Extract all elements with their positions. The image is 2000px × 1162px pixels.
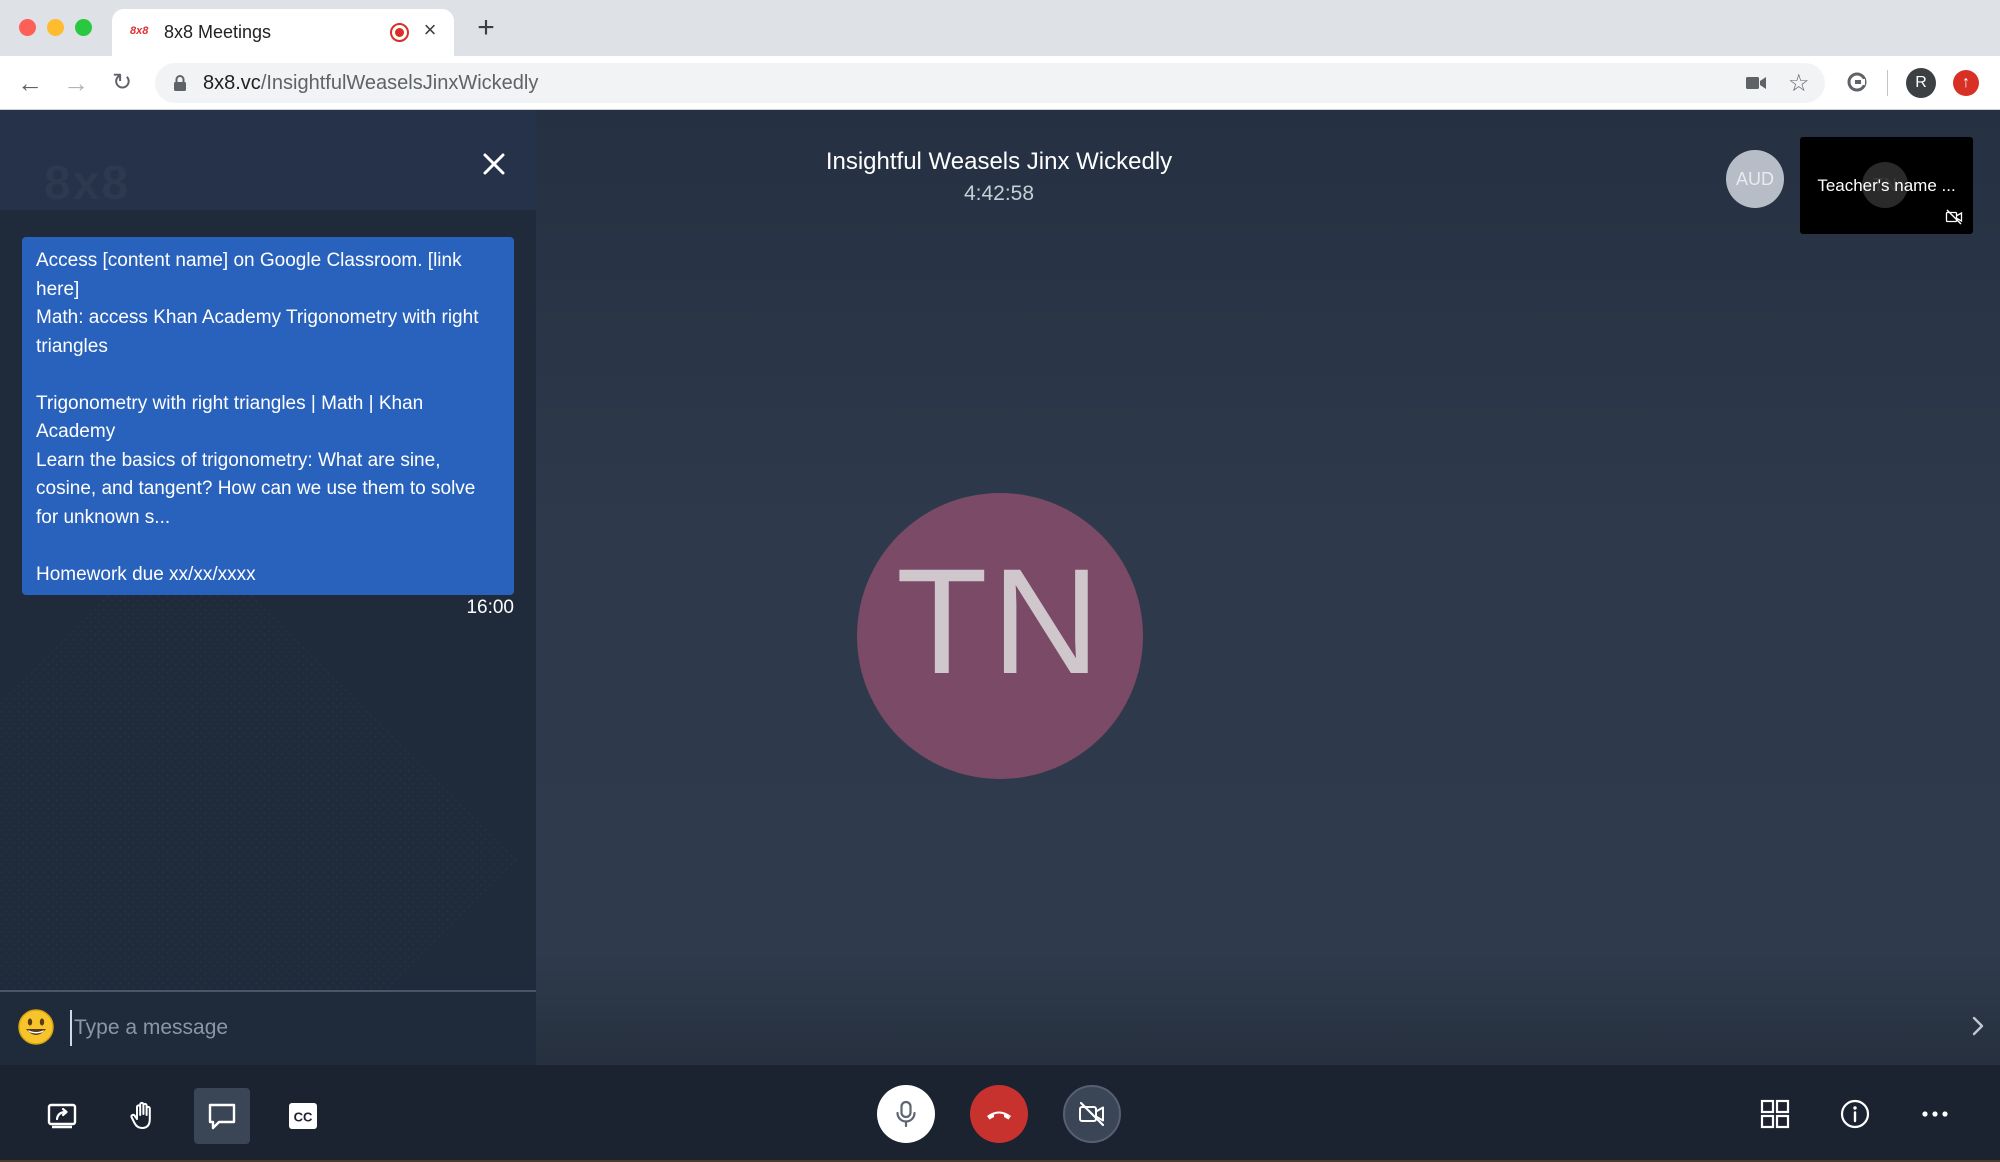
camera-off-icon [1945, 209, 1963, 225]
browser-tab-active[interactable]: 8x8 8x8 Meetings × [112, 9, 454, 56]
tab-close-icon[interactable]: × [417, 17, 443, 43]
reload-button[interactable]: ↻ [104, 65, 140, 101]
video-off-icon [1079, 1101, 1105, 1127]
microphone-button[interactable] [877, 1085, 935, 1143]
recording-indicator-icon [390, 23, 409, 42]
hangup-button[interactable] [970, 1085, 1028, 1143]
microphone-icon [896, 1100, 916, 1128]
message-link-title[interactable]: Trigonometry with right triangles | Math… [36, 390, 500, 419]
chat-message: Access [content name] on Google Classroo… [22, 237, 514, 595]
share-screen-button[interactable] [34, 1088, 90, 1144]
chat-panel: 8x8 Access [content name] on Google Clas… [0, 110, 536, 1065]
chat-input-bar [0, 992, 536, 1065]
window-maximize-button[interactable] [75, 19, 92, 36]
lock-icon [174, 75, 186, 91]
chat-watermark-logo: 8x8 [44, 157, 131, 210]
meeting-title: Insightful Weasels Jinx Wickedly [825, 148, 1173, 175]
camera-in-use-icon[interactable] [1745, 74, 1767, 92]
browser-tab-bar: 8x8 8x8 Meetings × + [0, 0, 2000, 56]
message-line: for unknown s... [36, 506, 171, 528]
participant-thumbnail[interactable]: TN Teacher's name ... [1800, 137, 1973, 234]
close-chat-icon[interactable] [476, 146, 512, 182]
meeting-app: 8x8 Access [content name] on Google Clas… [0, 110, 2000, 1162]
chat-toggle-button[interactable] [194, 1088, 250, 1144]
message-input[interactable] [70, 1010, 510, 1046]
window-close-button[interactable] [19, 19, 36, 36]
url-path: /InsightfulWeaselsJinxWickedly [260, 72, 539, 94]
closed-captions-icon: CC [289, 1103, 317, 1129]
chat-icon [208, 1103, 236, 1130]
cc-label: CC [294, 1110, 313, 1125]
share-screen-icon [47, 1103, 77, 1129]
hangup-icon [987, 1111, 1011, 1120]
emoji-picker-icon[interactable] [17, 1008, 55, 1046]
toolbar-divider [1887, 70, 1888, 96]
url-text: 8x8.vc/InsightfulWeaselsJinxWickedly [203, 72, 538, 95]
raise-hand-icon [130, 1101, 151, 1129]
tile-view-button[interactable] [1749, 1088, 1801, 1140]
video-toggle-button[interactable] [1063, 1085, 1121, 1143]
message-timestamp: 16:00 [466, 597, 514, 618]
message-line: Homework due xx/xx/xxxx [36, 563, 256, 585]
message-line: cosine, and tangent? How can we use them… [36, 478, 476, 499]
message-link-title[interactable]: Academy [36, 418, 500, 447]
profile-avatar[interactable]: R [1906, 68, 1936, 98]
main-participant-avatar: TN [857, 493, 1143, 779]
update-icon[interactable]: ↑ [1953, 70, 1979, 96]
message-line: Learn the basics of trigonometry: What a… [36, 449, 441, 471]
favicon-icon: 8x8 [130, 25, 149, 37]
more-options-button[interactable] [1909, 1088, 1961, 1140]
tile-view-icon [1760, 1099, 1790, 1129]
message-line: triangles [36, 335, 108, 357]
info-button[interactable] [1829, 1088, 1881, 1140]
main-participant-initials: TN [896, 537, 1104, 705]
address-bar[interactable]: 8x8.vc/InsightfulWeaselsJinxWickedly ☆ [155, 63, 1825, 103]
meeting-toolbar: CC [0, 1065, 2000, 1162]
chevron-right-icon[interactable] [1966, 1014, 1990, 1038]
info-icon [1840, 1099, 1870, 1129]
raise-hand-button[interactable] [115, 1088, 171, 1144]
more-options-icon [1922, 1111, 1948, 1117]
message-line: Math: access Khan Academy Trigonometry w… [36, 307, 479, 328]
browser-toolbar: ← → ↻ 8x8.vc/InsightfulWeaselsJinxWicked… [0, 56, 2000, 110]
back-button[interactable]: ← [12, 65, 48, 101]
url-host: 8x8.vc [203, 72, 261, 94]
message-line: here] [36, 278, 80, 300]
message-line: Access [content name] on Google Classroo… [36, 250, 462, 271]
thumbnail-participant-name: Teacher's name ... [1817, 176, 1956, 195]
window-minimize-button[interactable] [47, 19, 64, 36]
bookmark-star-icon[interactable]: ☆ [1788, 69, 1810, 98]
closed-captions-button[interactable]: CC [275, 1088, 331, 1144]
meeting-timer: 4:42:58 [963, 182, 1035, 205]
tab-title: 8x8 Meetings [164, 22, 272, 42]
chat-header: 8x8 [0, 110, 536, 210]
extension-icon[interactable] [1845, 70, 1869, 94]
forward-button[interactable]: → [58, 65, 94, 101]
new-tab-button[interactable]: + [470, 12, 502, 44]
audio-only-badge[interactable]: AUD [1726, 150, 1784, 208]
